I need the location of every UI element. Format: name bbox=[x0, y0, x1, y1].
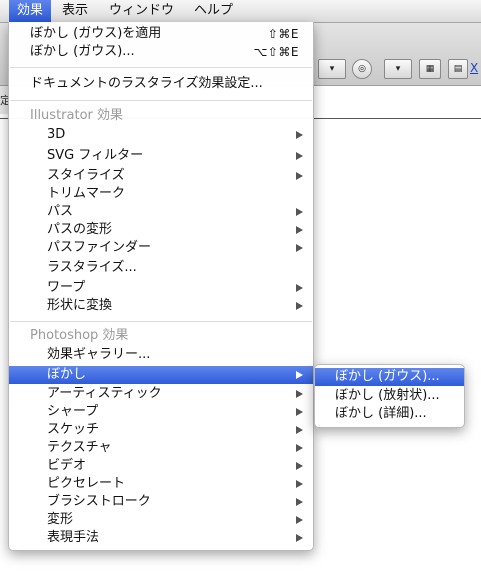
submenu-item-label: ぼかし (ガウス)... bbox=[335, 369, 440, 384]
menu-item-label: シャープ bbox=[47, 404, 99, 419]
menu-item-label: パス bbox=[47, 204, 74, 219]
menu-item-label: 表現手法 bbox=[47, 530, 100, 545]
chevron-right-icon bbox=[296, 302, 303, 310]
menu-item-label: 形状に変換 bbox=[47, 298, 113, 313]
menu-separator bbox=[10, 100, 312, 101]
menu-item-svg-filter[interactable]: SVG フィルター bbox=[9, 147, 313, 165]
submenu-item-label: ぼかし (放射状)... bbox=[335, 388, 440, 403]
chevron-right-icon bbox=[296, 480, 303, 488]
menu-item-label: ピクセレート bbox=[47, 476, 126, 491]
menu-item-label: SVG フィルター bbox=[47, 148, 144, 163]
menu-item-label: スケッチ bbox=[47, 422, 100, 437]
menu-item-raster-settings[interactable]: ドキュメントのラスタライズ効果設定... bbox=[9, 75, 313, 93]
menubar-view[interactable]: 表示 bbox=[54, 0, 96, 22]
menu-item-effect-gallery[interactable]: 効果ギャラリー... bbox=[9, 346, 313, 364]
section-header-illustrator: Illustrator 効果 bbox=[30, 108, 124, 123]
menubar-window[interactable]: ウィンドウ bbox=[101, 0, 182, 22]
toolbar-recolor-button[interactable]: ◎ bbox=[352, 59, 372, 79]
menu-item-label: 効果ギャラリー... bbox=[47, 347, 151, 362]
chevron-right-icon bbox=[296, 131, 303, 139]
menu-item-blur[interactable]: ぼかし bbox=[9, 366, 313, 384]
menu-item-label: ぼかし (ガウス)を適用 bbox=[30, 26, 162, 41]
blur-submenu: ぼかし (ガウス)... ぼかし (放射状)... ぼかし (詳細)... bbox=[314, 364, 465, 428]
chevron-right-icon bbox=[296, 462, 303, 470]
menu-item-warp[interactable]: ワープ bbox=[9, 279, 313, 297]
menu-item-label: ぼかし bbox=[47, 367, 87, 382]
menu-item-label: ぼかし (ガウス)... bbox=[30, 44, 135, 59]
submenu-item-gaussian-blur[interactable]: ぼかし (ガウス)... bbox=[315, 368, 464, 386]
chevron-right-icon bbox=[296, 408, 303, 416]
menu-item-label: ラスタライズ... bbox=[47, 260, 137, 275]
menu-item-label: ブラシストローク bbox=[47, 494, 151, 509]
menu-item-label: ワープ bbox=[47, 280, 86, 295]
chevron-right-icon bbox=[296, 208, 303, 216]
menu-item-label: ドキュメントのラスタライズ効果設定... bbox=[30, 76, 263, 91]
keyboard-shortcut: ⇧⌘E bbox=[267, 27, 299, 41]
menu-item-label: トリムマーク bbox=[47, 186, 126, 201]
menu-item-label: 変形 bbox=[47, 512, 74, 527]
menu-item-label: アーティスティック bbox=[47, 386, 162, 401]
menu-item-convert-to-shape[interactable]: 形状に変換 bbox=[9, 297, 313, 315]
menu-item-sharpen[interactable]: シャープ bbox=[9, 403, 313, 421]
submenu-item-label: ぼかし (詳細)... bbox=[335, 406, 427, 421]
menu-bar: 効果 表示 ウィンドウ ヘルプ bbox=[0, 0, 481, 23]
keyboard-shortcut: ⌥⇧⌘E bbox=[253, 45, 299, 59]
menu-item-path[interactable]: パス bbox=[9, 203, 313, 221]
menu-item-distort-transform[interactable]: パスの変形 bbox=[9, 221, 313, 239]
menu-item-label: ビデオ bbox=[47, 458, 87, 473]
menu-item-label: 3D bbox=[47, 127, 66, 142]
chevron-right-icon bbox=[296, 444, 303, 452]
menu-item-pixelate[interactable]: ピクセレート bbox=[9, 475, 313, 493]
effect-menu: ぼかし (ガウス)を適用 ⇧⌘E ぼかし (ガウス)... ⌥⇧⌘E ドキュメン… bbox=[8, 22, 314, 551]
chevron-right-icon bbox=[296, 534, 303, 542]
menubar-effect[interactable]: 効果 bbox=[9, 0, 52, 22]
menu-item-stylize[interactable]: スタイライズ bbox=[9, 167, 313, 185]
menubar-help[interactable]: ヘルプ bbox=[186, 0, 241, 22]
chevron-right-icon bbox=[296, 426, 303, 434]
toolbar-transform-button[interactable]: ▦ bbox=[419, 59, 441, 79]
chevron-right-icon bbox=[296, 152, 303, 160]
menu-separator bbox=[10, 321, 312, 322]
section-header-photoshop: Photoshop 効果 bbox=[30, 328, 129, 343]
chevron-right-icon bbox=[296, 516, 303, 524]
menu-item-trim-marks[interactable]: トリムマーク bbox=[9, 185, 313, 203]
chevron-right-icon bbox=[296, 226, 303, 234]
menu-item-label: スタイライズ bbox=[47, 168, 125, 183]
chevron-right-icon bbox=[296, 371, 303, 379]
chevron-right-icon bbox=[296, 284, 303, 292]
chevron-right-icon bbox=[296, 390, 303, 398]
menu-item-video[interactable]: ビデオ bbox=[9, 457, 313, 475]
menu-item-label: パスファインダー bbox=[47, 240, 152, 255]
toolbar-link[interactable]: X bbox=[470, 61, 478, 75]
menu-item-rasterize[interactable]: ラスタライズ... bbox=[9, 259, 313, 277]
chevron-right-icon bbox=[296, 244, 303, 252]
submenu-item-smart-blur[interactable]: ぼかし (詳細)... bbox=[315, 405, 464, 423]
submenu-item-radial-blur[interactable]: ぼかし (放射状)... bbox=[315, 387, 464, 405]
menu-item-label: パスの変形 bbox=[47, 222, 113, 237]
menu-item-stylize-photoshop[interactable]: 表現手法 bbox=[9, 529, 313, 547]
toolbar-align-dropdown[interactable]: ▾ bbox=[384, 59, 412, 79]
chevron-right-icon bbox=[296, 498, 303, 506]
menu-item-brush-strokes[interactable]: ブラシストローク bbox=[9, 493, 313, 511]
menu-item-3d[interactable]: 3D bbox=[9, 126, 313, 144]
menu-item-last-effect[interactable]: ぼかし (ガウス)... ⌥⇧⌘E bbox=[9, 43, 313, 61]
menu-item-label: テクスチャ bbox=[47, 440, 112, 455]
menu-item-distort[interactable]: 変形 bbox=[9, 511, 313, 529]
toolbar-select-tool-button[interactable]: ▾ bbox=[318, 59, 346, 79]
menu-item-pathfinder[interactable]: パスファインダー bbox=[9, 239, 313, 257]
menu-item-artistic[interactable]: アーティスティック bbox=[9, 385, 313, 403]
toolbar-arrange-button[interactable]: ▤ bbox=[448, 59, 468, 79]
menu-item-texture[interactable]: テクスチャ bbox=[9, 439, 313, 457]
chevron-right-icon bbox=[296, 172, 303, 180]
menu-item-apply-last-effect[interactable]: ぼかし (ガウス)を適用 ⇧⌘E bbox=[9, 25, 313, 43]
menu-separator bbox=[10, 67, 312, 68]
menu-item-sketch[interactable]: スケッチ bbox=[9, 421, 313, 439]
